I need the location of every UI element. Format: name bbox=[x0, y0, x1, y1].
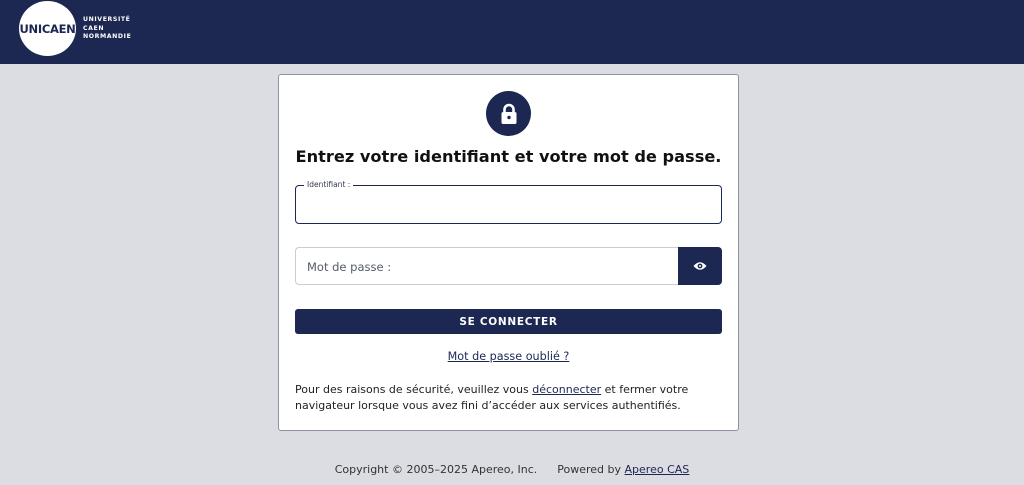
login-card: Entrez votre identifiant et votre mot de… bbox=[278, 74, 739, 431]
password-field[interactable]: Mot de passe : bbox=[295, 247, 679, 285]
eye-icon bbox=[693, 262, 707, 270]
notice-text-before: Pour des raisons de sécurité, veuillez v… bbox=[295, 383, 533, 396]
username-label: Identifiant : bbox=[304, 180, 354, 190]
lock-icon bbox=[486, 91, 531, 136]
forgot-password-link[interactable]: Mot de passe oublié ? bbox=[279, 350, 738, 363]
apereo-cas-link[interactable]: Apereo CAS bbox=[625, 463, 690, 476]
username-field[interactable]: Identifiant : bbox=[295, 180, 722, 224]
password-placeholder: Mot de passe : bbox=[307, 260, 392, 274]
logo-line-3: NORMANDIE bbox=[83, 33, 132, 41]
university-logo[interactable]: UNICAEN bbox=[19, 1, 76, 56]
powered-by-text: Powered by bbox=[557, 463, 625, 476]
submit-button[interactable]: SE CONNECTER bbox=[295, 309, 722, 334]
copyright-text: Copyright © 2005–2025 Apereo, Inc. bbox=[334, 463, 538, 476]
lock-icon-glyph bbox=[501, 103, 516, 124]
logo-wordmark: UNIVERSITÉ CAEN NORMANDIE bbox=[83, 16, 131, 42]
security-notice: Pour des raisons de sécurité, veuillez v… bbox=[295, 382, 727, 414]
site-header: UNICAEN UNIVERSITÉ CAEN NORMANDIE bbox=[0, 0, 1024, 64]
page-footer: Copyright © 2005–2025 Apereo, Inc. Powere… bbox=[0, 463, 1024, 476]
logout-link[interactable]: déconnecter bbox=[532, 383, 601, 396]
show-password-button[interactable] bbox=[678, 247, 722, 285]
logo-line-1: UNIVERSITÉ bbox=[83, 16, 131, 23]
logo-line-2: CAEN bbox=[83, 24, 105, 32]
page-title: Entrez votre identifiant et votre mot de… bbox=[295, 147, 722, 166]
logo-mark: UNICAEN bbox=[19, 21, 76, 36]
